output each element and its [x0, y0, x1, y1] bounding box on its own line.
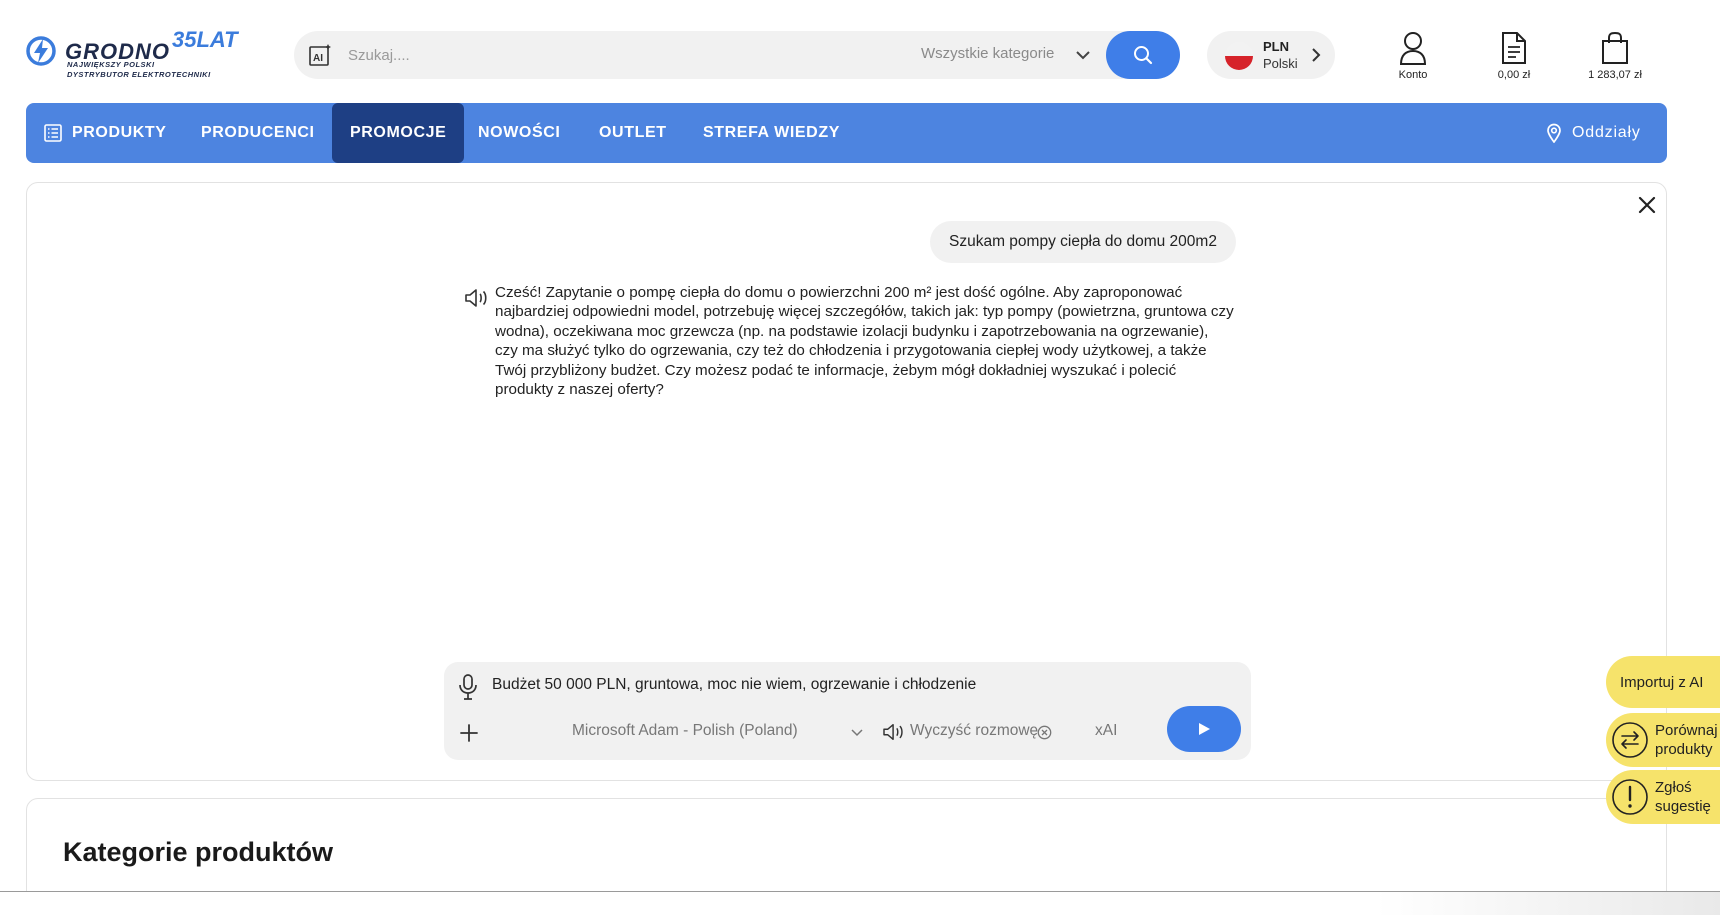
nav-item-new[interactable]: NOWOŚCI [478, 103, 560, 163]
report-suggestion-label: Zgłoś sugestię [1655, 778, 1711, 816]
voice-select[interactable]: Microsoft Adam - Polish (Poland) [572, 722, 798, 740]
chevron-right-icon [1312, 48, 1321, 62]
nav-item-products[interactable]: PRODUKTY [44, 103, 167, 163]
logo-anniversary: 35LAT [172, 27, 238, 52]
clear-conversation-button[interactable]: Wyczyść rozmowę [910, 722, 1038, 740]
nav-label: STREFA WIEDZY [703, 124, 840, 141]
category-select[interactable]: Wszystkie kategorie [921, 45, 1054, 62]
ai-chat-panel: Szukam pompy ciepła do domu 200m2 Cześć!… [26, 182, 1667, 781]
cart-total: 1 283,07 zł [1588, 69, 1642, 81]
list-icon [44, 124, 62, 142]
branches-link[interactable]: Oddziały [1546, 103, 1641, 163]
nav-label: PRODUCENCI [201, 124, 315, 141]
search-button[interactable] [1106, 31, 1180, 79]
branches-label: Oddziały [1572, 124, 1641, 141]
close-icon[interactable] [1636, 194, 1658, 216]
account-label: Konto [1398, 69, 1428, 81]
chevron-down-icon[interactable] [1074, 46, 1092, 64]
chevron-down-icon[interactable] [850, 725, 864, 739]
chat-message-input[interactable] [492, 670, 1212, 700]
nav-item-producers[interactable]: PRODUCENCI [201, 103, 315, 163]
compare-products-label: Porównaj produkty [1655, 721, 1718, 759]
search-icon [1134, 46, 1153, 65]
nav-item-knowledge-zone[interactable]: STREFA WIEDZY [703, 103, 840, 163]
nav-label: PRODUKTY [72, 124, 167, 141]
language-label: Polski [1263, 56, 1298, 71]
document-icon [1502, 32, 1526, 64]
play-icon [1199, 723, 1210, 735]
bolt-logo-icon [26, 36, 56, 66]
logo-tagline: NAJWIĘKSZY POLSKI [67, 60, 155, 69]
poland-flag-icon [1225, 42, 1253, 70]
speaker-icon[interactable] [464, 287, 490, 309]
nav-label: PROMOCJE [350, 124, 447, 141]
compare-products-button[interactable]: Porównaj produkty [1606, 713, 1720, 767]
import-from-ai-button[interactable]: Importuj z AI [1606, 656, 1720, 708]
viewport-edge [0, 891, 1720, 915]
nav-item-outlet[interactable]: OUTLET [599, 103, 667, 163]
compare-label-line-2: produkty [1655, 741, 1713, 758]
plus-icon[interactable] [458, 722, 480, 744]
logo[interactable]: GRODNO 35LAT NAJWIĘKSZY POLSKI DYSTRYBUT… [25, 27, 250, 81]
ai-message-text: Cześć! Zapytanie o pompę ciepła do domu … [495, 284, 1234, 399]
section-heading: Kategorie produktów [63, 837, 334, 867]
nav-label: NOWOŚCI [478, 124, 561, 141]
report-label-line-1: Zgłoś [1655, 779, 1692, 796]
speaker-icon[interactable] [882, 722, 906, 742]
logo-tagline-2: DYSTRYBUTOR ELEKTROTECHNIKI [67, 70, 211, 79]
exclamation-icon [1612, 779, 1648, 815]
chat-composer: Microsoft Adam - Polish (Poland) Wyczyść… [444, 662, 1251, 760]
site-header: GRODNO 35LAT NAJWIĘKSZY POLSKI DYSTRYBUT… [0, 0, 1720, 103]
user-icon [1399, 32, 1427, 65]
quote-button[interactable]: 0,00 zł [1474, 31, 1554, 81]
swap-arrows-icon [1612, 722, 1648, 758]
main-navigation: PRODUKTY PRODUCENCI PROMOCJE NOWOŚCI OUT… [26, 103, 1667, 163]
import-from-ai-label: Importuj z AI [1620, 673, 1704, 691]
report-suggestion-button[interactable]: Zgłoś sugestię [1606, 770, 1720, 824]
account-button[interactable]: Konto [1373, 31, 1453, 81]
nav-label: OUTLET [599, 124, 667, 141]
currency-language-switcher[interactable]: PLN Polski [1207, 31, 1335, 79]
ai-search-icon[interactable]: AI [308, 43, 332, 67]
location-pin-icon [1547, 123, 1561, 143]
search-input[interactable] [348, 39, 848, 71]
clear-circle-x-icon[interactable] [1037, 725, 1052, 740]
model-select[interactable]: xAI [1095, 722, 1117, 740]
microphone-icon[interactable] [458, 674, 478, 700]
shopping-bag-icon [1602, 31, 1628, 64]
compare-label-line-1: Porównaj [1655, 722, 1718, 739]
send-button[interactable] [1167, 706, 1241, 752]
currency-code: PLN [1263, 39, 1289, 54]
svg-text:AI: AI [313, 53, 323, 64]
search-bar: AI Wszystkie kategorie [294, 31, 1180, 79]
nav-item-promotions[interactable]: PROMOCJE [332, 103, 465, 163]
quote-total: 0,00 zł [1497, 69, 1531, 81]
cart-button[interactable]: 1 283,07 zł [1575, 31, 1655, 81]
user-message-bubble: Szukam pompy ciepła do domu 200m2 [930, 221, 1236, 263]
report-label-line-2: sugestię [1655, 798, 1711, 815]
